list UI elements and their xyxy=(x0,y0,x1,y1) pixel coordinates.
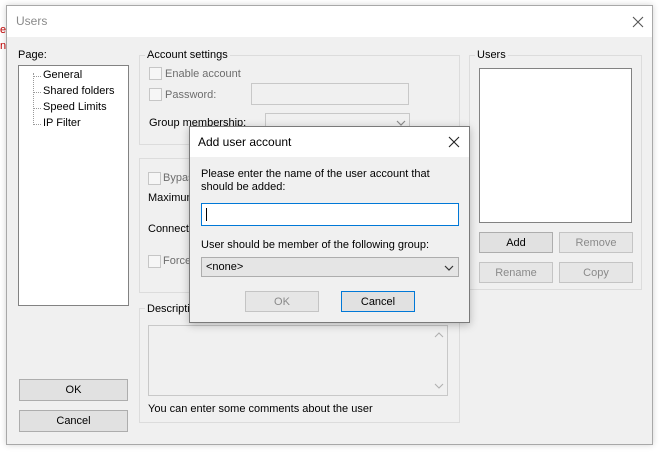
page-item-general[interactable]: General xyxy=(43,69,82,81)
tree-connector xyxy=(33,108,41,109)
page-item-speed-limits[interactable]: Speed Limits xyxy=(43,101,107,113)
chevron-down-icon xyxy=(444,265,454,271)
window-ok-button[interactable]: OK xyxy=(19,379,128,401)
add-user-button[interactable]: Add xyxy=(479,232,553,253)
enable-account-checkbox[interactable] xyxy=(149,67,162,80)
password-checkbox[interactable] xyxy=(149,88,162,101)
tree-connector xyxy=(33,124,41,125)
group-label: User should be member of the following g… xyxy=(201,239,430,251)
dialog-ok-button[interactable]: OK xyxy=(245,291,319,312)
window-titlebar: Users xyxy=(7,6,652,37)
rename-user-button[interactable]: Rename xyxy=(479,262,553,283)
window-title: Users xyxy=(16,14,48,28)
group-select-value: <none> xyxy=(206,261,244,273)
tree-connector xyxy=(33,76,41,77)
account-settings-title: Account settings xyxy=(145,49,230,61)
description-hint: You can enter some comments about the us… xyxy=(148,403,373,415)
dialog-titlebar: Add user account xyxy=(190,127,469,157)
page-tree[interactable]: General Shared folders Speed Limits IP F… xyxy=(18,65,129,306)
password-label: Password: xyxy=(165,89,217,101)
copy-user-button[interactable]: Copy xyxy=(559,262,633,283)
dialog-title: Add user account xyxy=(198,135,292,149)
force-label: Force xyxy=(163,255,192,267)
tree-connector xyxy=(33,92,41,93)
password-field[interactable] xyxy=(251,83,409,105)
window-cancel-button[interactable]: Cancel xyxy=(19,410,128,432)
page-label: Page: xyxy=(18,49,47,61)
bypass-checkbox[interactable] xyxy=(148,172,161,185)
group-select[interactable]: <none> xyxy=(201,257,459,277)
dialog-prompt: Please enter the name of the user accoun… xyxy=(201,168,430,193)
description-textarea[interactable] xyxy=(148,325,448,396)
tree-connector xyxy=(33,73,34,125)
force-checkbox[interactable] xyxy=(148,255,161,268)
scroll-down-icon[interactable] xyxy=(434,383,444,390)
remove-user-button[interactable]: Remove xyxy=(559,232,633,253)
scroll-up-icon[interactable] xyxy=(434,331,444,338)
window-close-icon[interactable] xyxy=(628,12,648,32)
dialog-close-icon[interactable] xyxy=(444,132,464,152)
enable-account-label: Enable account xyxy=(165,68,241,80)
users-title: Users xyxy=(475,49,508,61)
page-item-shared-folders[interactable]: Shared folders xyxy=(43,85,115,97)
page-item-ip-filter[interactable]: IP Filter xyxy=(43,117,81,129)
users-listbox[interactable] xyxy=(479,68,632,223)
text-caret xyxy=(206,208,207,221)
dialog-cancel-button[interactable]: Cancel xyxy=(341,291,415,312)
add-user-dialog: Add user account Please enter the name o… xyxy=(189,126,470,323)
username-input[interactable] xyxy=(201,203,459,226)
